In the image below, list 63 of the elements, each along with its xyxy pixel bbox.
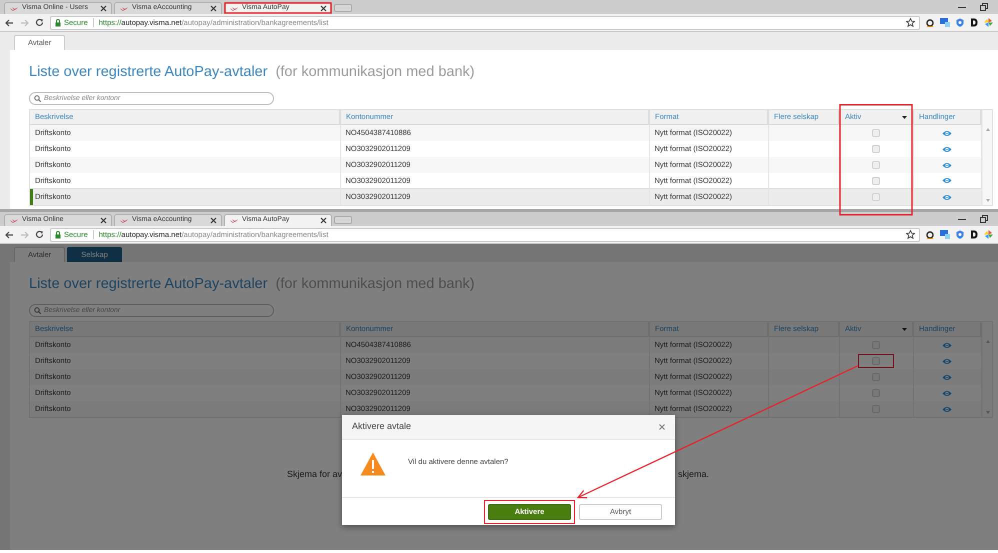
scroll-down-icon[interactable] xyxy=(986,410,990,414)
eye-icon[interactable] xyxy=(942,130,952,137)
page-title: Liste over registrerte AutoPay-avtaler xyxy=(29,276,268,292)
page-title: Liste over registrerte AutoPay-avtaler xyxy=(29,64,268,80)
scrollbar[interactable] xyxy=(982,110,992,205)
reload-icon[interactable] xyxy=(35,230,44,239)
eye-icon[interactable] xyxy=(942,162,952,169)
logo-icon xyxy=(119,216,129,224)
warning-icon xyxy=(360,452,386,476)
logo-icon xyxy=(119,4,129,12)
eye-icon[interactable] xyxy=(942,390,952,397)
eye-icon[interactable] xyxy=(942,146,952,153)
search-icon xyxy=(34,307,41,314)
lock-icon xyxy=(55,230,61,238)
eye-icon[interactable] xyxy=(942,374,952,381)
scroll-up-icon[interactable] xyxy=(986,340,990,343)
shield-icon[interactable] xyxy=(956,230,964,239)
close-icon[interactable] xyxy=(210,217,217,224)
scroll-down-icon[interactable] xyxy=(986,198,990,202)
restore-icon[interactable] xyxy=(980,3,988,11)
star-icon[interactable] xyxy=(906,230,915,239)
checkbox[interactable] xyxy=(872,160,880,169)
dialog-title: Aktivere avtale xyxy=(352,420,412,434)
checkbox[interactable] xyxy=(872,176,880,184)
close-icon[interactable] xyxy=(100,5,107,12)
extension-icon[interactable] xyxy=(970,230,978,239)
caret-icon[interactable] xyxy=(902,116,907,118)
logo-icon xyxy=(9,4,19,12)
restore-icon[interactable] xyxy=(980,215,988,223)
close-icon[interactable] xyxy=(320,5,327,12)
logo-icon xyxy=(229,4,239,12)
eye-icon[interactable] xyxy=(942,177,952,184)
star-icon[interactable] xyxy=(906,18,915,27)
scrollbar[interactable] xyxy=(982,322,992,417)
search-icon xyxy=(34,95,41,102)
close-icon[interactable] xyxy=(210,5,217,12)
checkbox[interactable] xyxy=(872,356,880,365)
eye-icon[interactable] xyxy=(942,358,952,365)
eye-icon[interactable] xyxy=(942,342,952,349)
scroll-up-icon[interactable] xyxy=(986,128,990,131)
back-icon[interactable] xyxy=(5,18,14,26)
checkbox[interactable] xyxy=(872,388,880,397)
extension-icon[interactable] xyxy=(926,230,934,238)
reload-icon[interactable] xyxy=(35,18,44,27)
shield-icon[interactable] xyxy=(956,18,964,27)
form-text: Skjema for av xyxy=(286,468,342,479)
lock-icon xyxy=(55,18,61,26)
extension-icon[interactable] xyxy=(970,18,978,27)
close-icon[interactable] xyxy=(320,217,327,224)
checkbox[interactable] xyxy=(872,129,880,137)
eye-icon[interactable] xyxy=(942,194,952,201)
page-subtitle: (for kommunikasjon med bank) xyxy=(276,64,475,80)
checkbox[interactable] xyxy=(872,144,880,153)
form-text: skjema. xyxy=(678,468,710,481)
logo-icon xyxy=(9,216,19,224)
close-icon[interactable] xyxy=(100,217,107,224)
pinwheel-icon[interactable] xyxy=(984,230,993,239)
logo-icon xyxy=(229,216,239,224)
back-icon[interactable] xyxy=(5,230,14,238)
pinwheel-icon[interactable] xyxy=(984,18,993,27)
checkbox[interactable] xyxy=(872,193,880,201)
extension-icon[interactable] xyxy=(926,18,934,26)
eye-icon[interactable] xyxy=(942,406,952,413)
